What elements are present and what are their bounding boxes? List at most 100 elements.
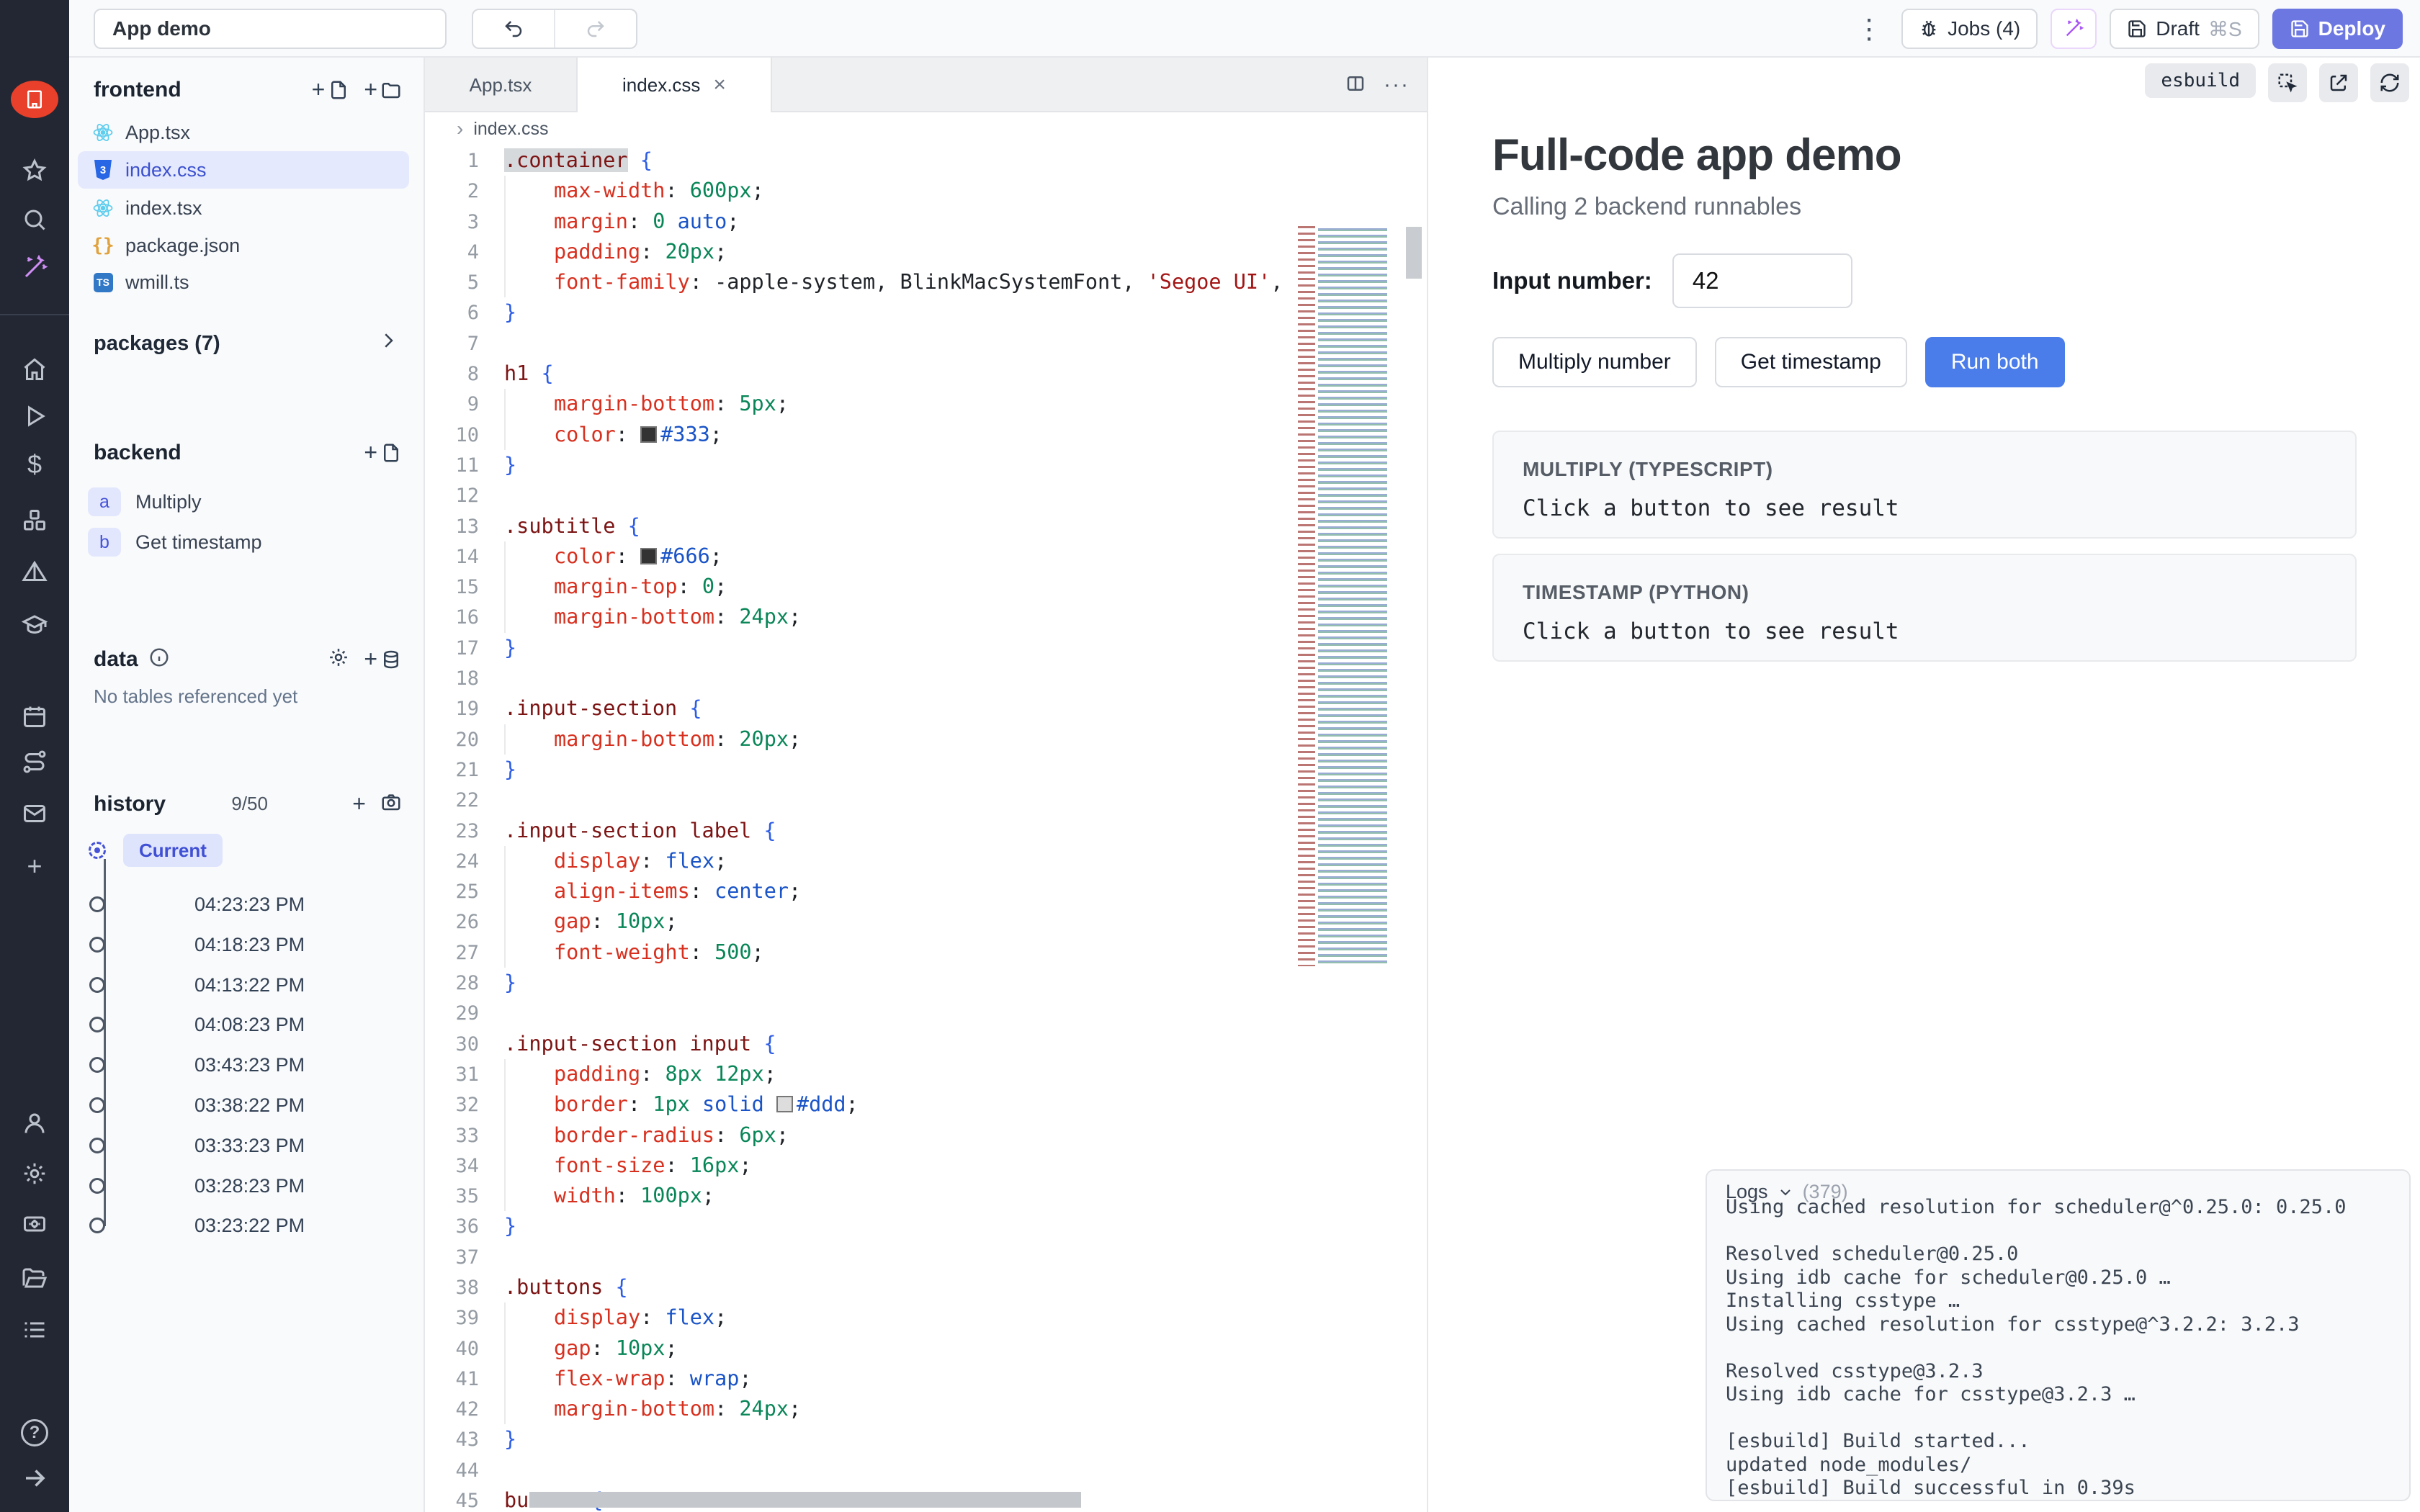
- tab-index-css[interactable]: index.css ×: [576, 58, 772, 112]
- history-current-badge[interactable]: Current: [123, 834, 223, 867]
- vertical-scrollbar[interactable]: [1406, 227, 1422, 279]
- add-plus-icon[interactable]: +: [0, 849, 69, 883]
- history-entry[interactable]: 03:33:23 PM: [194, 1135, 305, 1157]
- runnable-label: Multiply: [135, 491, 202, 513]
- add-folder-button[interactable]: +: [364, 76, 402, 103]
- mail-icon[interactable]: [0, 796, 69, 831]
- deploy-button[interactable]: Deploy: [2272, 9, 2403, 49]
- logs-output[interactable]: Using cached resolution for scheduler@^0…: [1707, 1196, 2409, 1500]
- history-entry[interactable]: 03:43:23 PM: [194, 1054, 305, 1076]
- schedules-calendar-icon[interactable]: [0, 699, 69, 734]
- breadcrumb: › index.css: [425, 112, 1427, 145]
- open-external-button[interactable]: [2319, 63, 2358, 102]
- workspace-button[interactable]: [0, 82, 69, 117]
- favorites-star-icon[interactable]: [0, 153, 69, 188]
- file-item-App-tsx[interactable]: App.tsx: [78, 114, 409, 151]
- undo-button[interactable]: [473, 10, 555, 48]
- add-file-button[interactable]: +: [312, 76, 350, 103]
- external-link-icon: [2328, 72, 2349, 94]
- backend-item-get-timestamp[interactable]: bGet timestamp: [88, 528, 262, 557]
- card-heading: MULTIPLY (TYPESCRIPT): [1523, 458, 2326, 481]
- camera-icon[interactable]: [380, 791, 402, 816]
- code-line: 38.buttons {: [425, 1272, 1427, 1302]
- draft-button[interactable]: Draft ⌘S: [2110, 9, 2259, 49]
- history-title: history: [94, 792, 166, 816]
- split-pane-icon[interactable]: [1345, 73, 1366, 98]
- resources-cubes-icon[interactable]: [0, 503, 69, 538]
- search-icon[interactable]: [0, 202, 69, 237]
- file-item-package-json[interactable]: {}package.json: [78, 227, 409, 264]
- collapse-arrow-icon[interactable]: [0, 1461, 69, 1495]
- history-entry[interactable]: 03:23:22 PM: [194, 1215, 305, 1237]
- file-item-index-css[interactable]: 3index.css: [78, 151, 409, 189]
- ai-wand-icon[interactable]: [0, 251, 69, 285]
- horizontal-scrollbar[interactable]: [529, 1492, 1081, 1508]
- save-icon: [2290, 19, 2310, 39]
- tab-label: index.css: [622, 74, 700, 96]
- add-table-button[interactable]: +: [364, 646, 402, 672]
- packages-label: packages (7): [94, 332, 220, 356]
- refresh-button[interactable]: [2370, 63, 2409, 102]
- refresh-icon: [2379, 72, 2401, 94]
- multiply-number-button[interactable]: Multiply number: [1492, 337, 1697, 387]
- history-entry[interactable]: 03:28:23 PM: [194, 1175, 305, 1197]
- code-line: 14color: #666;: [425, 541, 1427, 572]
- backend-item-multiply[interactable]: aMultiply: [88, 487, 202, 516]
- runnable-badge: b: [88, 528, 121, 557]
- code-line: 23.input-section label {: [425, 816, 1427, 846]
- editor-more-icon[interactable]: ···: [1384, 73, 1410, 97]
- logs-list-icon[interactable]: [0, 1313, 69, 1347]
- close-tab-icon[interactable]: ×: [713, 73, 726, 97]
- user-icon[interactable]: [0, 1106, 69, 1140]
- code-line: 26gap: 10px;: [425, 906, 1427, 937]
- select-element-button[interactable]: [2268, 63, 2307, 102]
- ai-assistant-button[interactable]: [2051, 9, 2097, 49]
- home-icon[interactable]: [0, 352, 69, 387]
- dev-box-icon[interactable]: [0, 1207, 69, 1241]
- jobs-button[interactable]: Jobs (4): [1901, 9, 2038, 49]
- save-icon: [2127, 19, 2147, 39]
- file-label: App.tsx: [125, 122, 190, 144]
- input-number-field[interactable]: 42: [1672, 253, 1852, 308]
- packages-row[interactable]: packages (7): [94, 330, 399, 357]
- history-entry[interactable]: 04:08:23 PM: [194, 1014, 305, 1036]
- graduation-cap-icon[interactable]: [0, 608, 69, 642]
- help-icon[interactable]: ?: [0, 1416, 69, 1450]
- info-icon[interactable]: [148, 647, 170, 672]
- jobs-label: Jobs (4): [1948, 17, 2020, 40]
- redo-button[interactable]: [555, 10, 636, 48]
- tab-app-tsx[interactable]: App.tsx: [425, 58, 576, 112]
- chevron-icon[interactable]: ›: [457, 117, 463, 140]
- settings-gear-icon[interactable]: [0, 1156, 69, 1191]
- flows-route-icon[interactable]: [0, 744, 69, 779]
- app-name-input[interactable]: App demo: [94, 9, 447, 49]
- add-runnable-button[interactable]: +: [364, 439, 402, 466]
- get-timestamp-button[interactable]: Get timestamp: [1715, 337, 1907, 387]
- multiply-result-card: MULTIPLY (TYPESCRIPT) Click a button to …: [1492, 431, 2357, 539]
- breadcrumb-file[interactable]: index.css: [473, 119, 548, 140]
- history-entry[interactable]: 03:38:22 PM: [194, 1094, 305, 1117]
- prism-icon[interactable]: [0, 555, 69, 590]
- code-line: 3margin: 0 auto;: [425, 207, 1427, 237]
- file-item-wmill-ts[interactable]: TSwmill.ts: [78, 264, 409, 301]
- code-line: 36}: [425, 1211, 1427, 1241]
- more-menu-kebab-icon[interactable]: ⋮: [1850, 13, 1888, 45]
- code-area[interactable]: 1.container {2max-width: 600px;3margin: …: [425, 145, 1427, 1512]
- code-line: 44: [425, 1455, 1427, 1485]
- card-body: Click a button to see result: [1523, 495, 2326, 521]
- topbar: App demo ⋮ Jobs (4) Draft ⌘S Deploy: [69, 0, 2420, 58]
- run-both-button[interactable]: Run both: [1925, 337, 2065, 387]
- folder-icon[interactable]: [0, 1261, 69, 1295]
- runs-play-icon[interactable]: [0, 399, 69, 433]
- history-entry[interactable]: 04:18:23 PM: [194, 934, 305, 956]
- data-settings-gear-icon[interactable]: [328, 647, 349, 672]
- variables-dollar-icon[interactable]: $: [0, 447, 69, 482]
- add-snapshot-button[interactable]: +: [352, 791, 366, 817]
- file-item-index-tsx[interactable]: index.tsx: [78, 189, 409, 227]
- minimap[interactable]: [1296, 226, 1397, 966]
- history-entry[interactable]: 04:13:22 PM: [194, 974, 305, 996]
- code-line: 11}: [425, 450, 1427, 480]
- bundler-badge[interactable]: esbuild: [2145, 63, 2256, 98]
- backend-title: backend: [94, 441, 182, 465]
- history-entry[interactable]: 04:23:23 PM: [194, 894, 305, 916]
